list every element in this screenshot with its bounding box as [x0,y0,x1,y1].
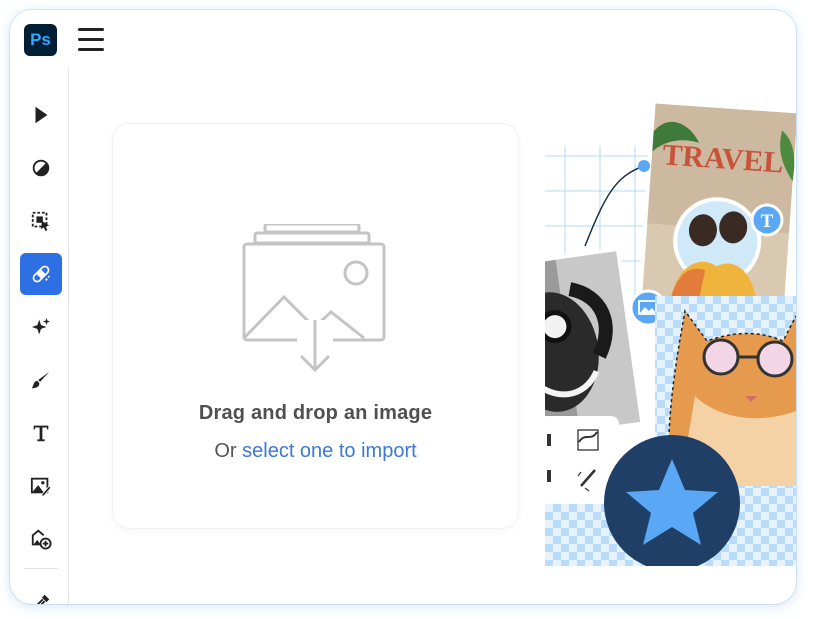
eyedropper-tool-button[interactable] [20,582,62,604]
selection-tool-button[interactable] [20,200,62,242]
drop-zone-title: Drag and drop an image [198,402,433,424]
drop-zone-sub-prefix: Or [214,440,237,462]
bandage-icon [32,265,50,283]
image-edit-icon [30,477,52,497]
select-image-link[interactable]: select one to import [242,440,417,462]
add-image-icon [31,529,52,550]
type-tool-button[interactable] [20,412,62,454]
feature-collage-illustration: TRAVEL T [545,99,796,566]
move-tool-button[interactable] [20,94,62,136]
toolbar [10,68,69,604]
toolbar-divider [24,568,58,569]
photoshop-logo: Ps [24,24,57,56]
text-layer-badge-label: T [761,211,774,232]
add-image-tool-button[interactable] [20,518,62,560]
image-edit-tool-button[interactable] [20,465,62,507]
brush-tool-button[interactable] [20,359,62,401]
sparkle-icon [31,317,51,335]
eyedropper-icon [36,594,50,604]
drop-zone[interactable]: Drag and drop an image Or select one to … [113,124,518,528]
image-upload-icon [242,224,386,373]
arrow-pointer-icon [35,106,48,124]
app-window: Ps Drag and drop an image Or select one … [10,10,796,604]
brush-icon [31,371,50,389]
select-subject-icon [31,211,50,232]
generative-tool-button[interactable] [20,306,62,348]
heal-tool-button[interactable] [20,253,62,295]
portrait-card [545,246,645,442]
type-t-icon [33,425,49,442]
drop-zone-subtitle: Or select one to import [113,440,518,463]
connector-dot [638,160,650,172]
adjust-tool-button[interactable] [20,147,62,189]
contrast-circle-icon [32,159,50,177]
hamburger-icon[interactable] [78,28,104,52]
